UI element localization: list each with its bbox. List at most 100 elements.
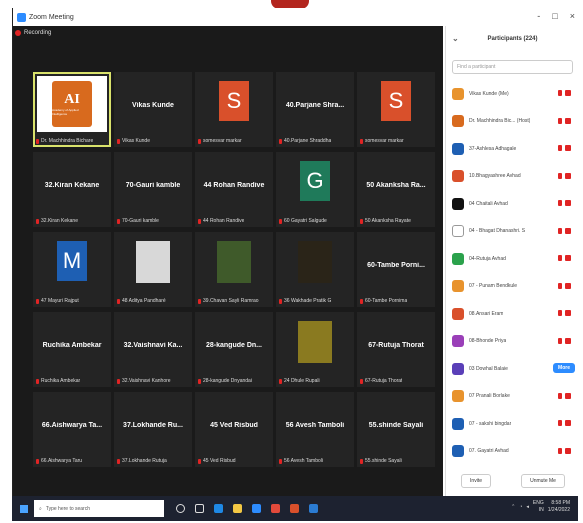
chrome-icon[interactable] xyxy=(271,504,280,513)
participant-row[interactable]: 04 Chaitali Avhad xyxy=(446,190,579,218)
participant-row[interactable]: 04-Rutuja Avhad xyxy=(446,245,579,273)
tray-language[interactable]: ENG IN xyxy=(533,500,544,514)
windows-start-icon[interactable] xyxy=(20,504,28,513)
participant-name: 08-Bhonde Priya xyxy=(469,338,507,345)
participant-row[interactable]: 08-Bhonde Priya xyxy=(446,328,579,356)
tile-display-name: 40.Parjane Shra... xyxy=(285,102,345,109)
video-tile[interactable]: 56 Avesh Tamboli 56 Avesh Tamboli xyxy=(276,392,354,467)
tile-name-label: 24 Dhule Rupali xyxy=(279,378,320,384)
participant-row[interactable]: Dr. Machhindra Bic... (Host) xyxy=(446,108,579,136)
cortana-icon[interactable] xyxy=(176,504,185,513)
network-icon[interactable]: ◔ xyxy=(519,504,522,510)
video-tile[interactable]: 44 Rohan Randive 44 Rohan Randive xyxy=(195,152,273,227)
participant-search-input[interactable]: Find a participant xyxy=(452,60,573,74)
video-tile[interactable]: 24 Dhule Rupali xyxy=(276,312,354,387)
tile-name-label: 50 Akanksha Rayate xyxy=(360,218,411,224)
tile-name-label: 47 Mayuri Rajput xyxy=(36,298,79,304)
participant-photo xyxy=(298,241,332,283)
more-button[interactable]: More xyxy=(553,363,575,373)
muted-mic-icon xyxy=(198,298,201,304)
video-tile[interactable]: 40.Parjane Shra... 40.Parjane Shraddha xyxy=(276,72,354,147)
video-tile[interactable]: 60-Tambe Porni... 60-Tambe Pornima xyxy=(357,232,435,307)
participant-list: Vikas Kunde (Me) Dr. Machhindra Bic... (H… xyxy=(446,80,579,465)
tile-label-text: 47 Mayuri Rajput xyxy=(41,298,79,304)
tile-label-text: 66.Aishwarya Taru xyxy=(41,458,83,464)
participants-footer: Invite Unmute Me xyxy=(446,474,580,488)
minimize-button[interactable]: - xyxy=(537,11,540,21)
participant-row[interactable]: 37-Ashlesa Adhagale xyxy=(446,135,579,163)
tile-label-text: Ruchika Ambekar xyxy=(41,378,81,384)
unmute-me-button[interactable]: Unmute Me xyxy=(521,474,565,488)
tile-label-text: somesvar markar xyxy=(365,138,404,144)
video-tile[interactable]: Ssomesvar markar xyxy=(195,72,273,147)
tile-name-label: somesvar markar xyxy=(360,138,404,144)
powerpoint-icon[interactable] xyxy=(290,504,299,513)
video-tile[interactable]: 70-Gauri kamble 70-Gauri kamble xyxy=(114,152,192,227)
video-tile[interactable]: 36 Wakhade Pratik G xyxy=(276,232,354,307)
video-off-icon xyxy=(565,282,571,289)
video-tile[interactable]: 45 Ved Risbud 45 Ved Risbud xyxy=(195,392,273,467)
taskbar-search-input[interactable]: ⌕ Type here to search xyxy=(34,500,164,517)
maximize-button[interactable]: □ xyxy=(552,11,557,21)
edge-icon[interactable] xyxy=(214,504,223,513)
participant-row[interactable]: 03 Dowhal Balaie More xyxy=(446,355,579,383)
participant-row[interactable]: 04 - Bhagat Dhanashri. S xyxy=(446,218,579,246)
tile-label-text: 56 Avesh Tamboli xyxy=(284,458,324,464)
video-tile[interactable]: 50 Akanksha Ra... 50 Akanksha Rayate xyxy=(357,152,435,227)
clock-time: 8:58 PM xyxy=(551,500,570,506)
tile-label-text: 55.shinde Sayali xyxy=(365,458,402,464)
muted-mic-icon xyxy=(558,337,562,344)
video-tile[interactable]: G 60 Gayatri Salgude xyxy=(276,152,354,227)
task-view-icon[interactable] xyxy=(195,504,204,513)
participant-avatar xyxy=(452,87,464,100)
video-tile[interactable]: 32.Kiran Kekane 32.Kiran Kekane xyxy=(33,152,111,227)
video-tile[interactable]: 55.shinde Sayali 55.shinde Sayali xyxy=(357,392,435,467)
video-tile[interactable]: 39.Chavan Sayli Ramrao xyxy=(195,232,273,307)
muted-mic-icon xyxy=(279,298,282,304)
tray-clock[interactable]: 8:58 PM 1/24/2022 xyxy=(548,500,570,514)
invite-button[interactable]: Invite xyxy=(461,474,491,488)
tile-label-text: 45 Ved Risbud xyxy=(203,458,236,464)
file-explorer-icon[interactable] xyxy=(233,504,242,513)
video-tile[interactable]: 66.Aishwarya Ta... 66.Aishwarya Taru xyxy=(33,392,111,467)
tray-chevron-icon[interactable]: ⌃ xyxy=(511,504,515,510)
video-off-icon xyxy=(565,392,571,399)
video-tile[interactable]: 37.Lokhande Ru... 37.Lokhande Rutuja xyxy=(114,392,192,467)
collapse-chevron-icon[interactable]: ⌄ xyxy=(452,34,459,43)
muted-mic-icon xyxy=(279,458,282,464)
video-tile[interactable]: 28-kangude Dn... 28-kangude Dnyandai xyxy=(195,312,273,387)
volume-icon[interactable]: ◂ xyxy=(526,504,529,510)
language-region: IN xyxy=(538,507,544,513)
tile-name-label: 45 Ved Risbud xyxy=(198,458,236,464)
video-tile[interactable]: 32.Vaishnavi Ka... 32.Vaishnavi Kanhore xyxy=(114,312,192,387)
zoom-taskbar-icon[interactable] xyxy=(252,504,261,513)
windows-taskbar: ⌕ Type here to search ⌃ ◔ ◂ ENG IN 8:58 … xyxy=(12,496,578,521)
participant-status-icons xyxy=(558,337,571,344)
tile-display-name: 37.Lokhande Ru... xyxy=(123,422,183,429)
muted-mic-icon xyxy=(279,218,282,224)
participant-row[interactable]: 08.Ansari Eram xyxy=(446,300,579,328)
video-tile[interactable]: Ssomesvar markar xyxy=(357,72,435,147)
word-icon[interactable] xyxy=(309,504,318,513)
participant-status-icons xyxy=(558,255,571,261)
tile-display-name: 44 Rohan Randive xyxy=(203,182,265,189)
video-tile[interactable]: Ruchika Ambekar Ruchika Ambekar xyxy=(33,312,111,387)
recording-indicator[interactable]: Recording xyxy=(15,30,51,36)
muted-mic-icon xyxy=(117,298,120,304)
participant-row[interactable]: 07 - Punam Bendkule xyxy=(446,273,579,301)
close-button[interactable]: × xyxy=(570,11,575,21)
participant-row[interactable]: Vikas Kunde (Me) xyxy=(446,80,579,108)
video-tile[interactable]: Vikas Kunde Vikas Kunde xyxy=(114,72,192,147)
video-tile[interactable]: 48 Aditya Pandharé xyxy=(114,232,192,307)
participant-row[interactable]: 10.Bhagyashree Avhad xyxy=(446,163,579,191)
video-tile[interactable]: M 47 Mayuri Rajput xyxy=(33,232,111,307)
participant-row[interactable]: 07 Pranali Borlake xyxy=(446,383,579,411)
participant-row[interactable]: 07 - sakshi bingdar xyxy=(446,410,579,438)
participant-row[interactable]: 07. Gayatri Avhad xyxy=(446,438,579,466)
participant-status-icons xyxy=(558,90,571,96)
video-tile[interactable]: 67-Rutuja Thorat 67-Rutuja Thorat xyxy=(357,312,435,387)
participant-name: 37-Ashlesa Adhagale xyxy=(469,145,517,152)
participant-status-icons xyxy=(558,172,571,179)
video-tile[interactable]: AI Academy of Applied Intelligence Dr. Mac… xyxy=(33,72,111,147)
tile-name-label: 56 Avesh Tamboli xyxy=(279,458,323,464)
